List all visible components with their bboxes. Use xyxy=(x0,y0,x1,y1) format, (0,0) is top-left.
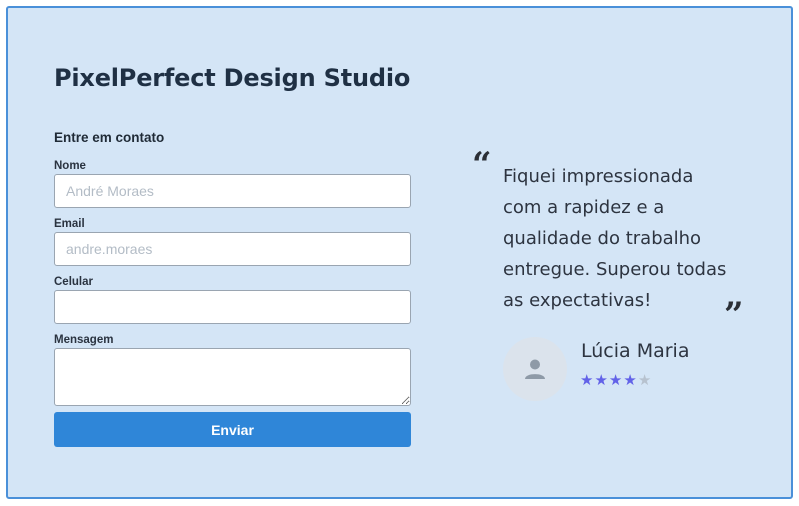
star-filled-icon: ★ xyxy=(594,371,608,389)
message-textarea[interactable] xyxy=(54,348,411,406)
star-rating: ★ ★ ★ ★ ★ xyxy=(580,373,651,388)
avatar xyxy=(503,337,567,401)
email-label: Email xyxy=(54,218,85,230)
star-filled-icon: ★ xyxy=(608,371,623,389)
open-quote-icon: “ xyxy=(472,145,492,185)
phone-label: Celular xyxy=(54,276,93,288)
message-label: Mensagem xyxy=(54,334,114,346)
testimonial-text: Fiquei impressionada com a rapidez e a q… xyxy=(503,166,727,311)
star-filled-icon: ★ xyxy=(580,371,594,389)
form-heading: Entre em contato xyxy=(54,130,165,145)
star-empty-icon: ★ xyxy=(637,371,652,389)
user-silhouette-icon xyxy=(525,359,545,379)
close-quote-icon: ” xyxy=(724,295,744,335)
submit-button[interactable]: Enviar xyxy=(54,412,411,447)
contact-card: PixelPerfect Design Studio Entre em cont… xyxy=(6,6,793,499)
star-filled-icon: ★ xyxy=(623,371,637,389)
email-input[interactable] xyxy=(54,232,411,266)
testimonial-author: Lúcia Maria xyxy=(581,340,690,362)
name-label: Nome xyxy=(54,160,86,172)
phone-input[interactable] xyxy=(54,290,411,324)
name-input[interactable] xyxy=(54,174,411,208)
page-title: PixelPerfect Design Studio xyxy=(54,64,411,92)
